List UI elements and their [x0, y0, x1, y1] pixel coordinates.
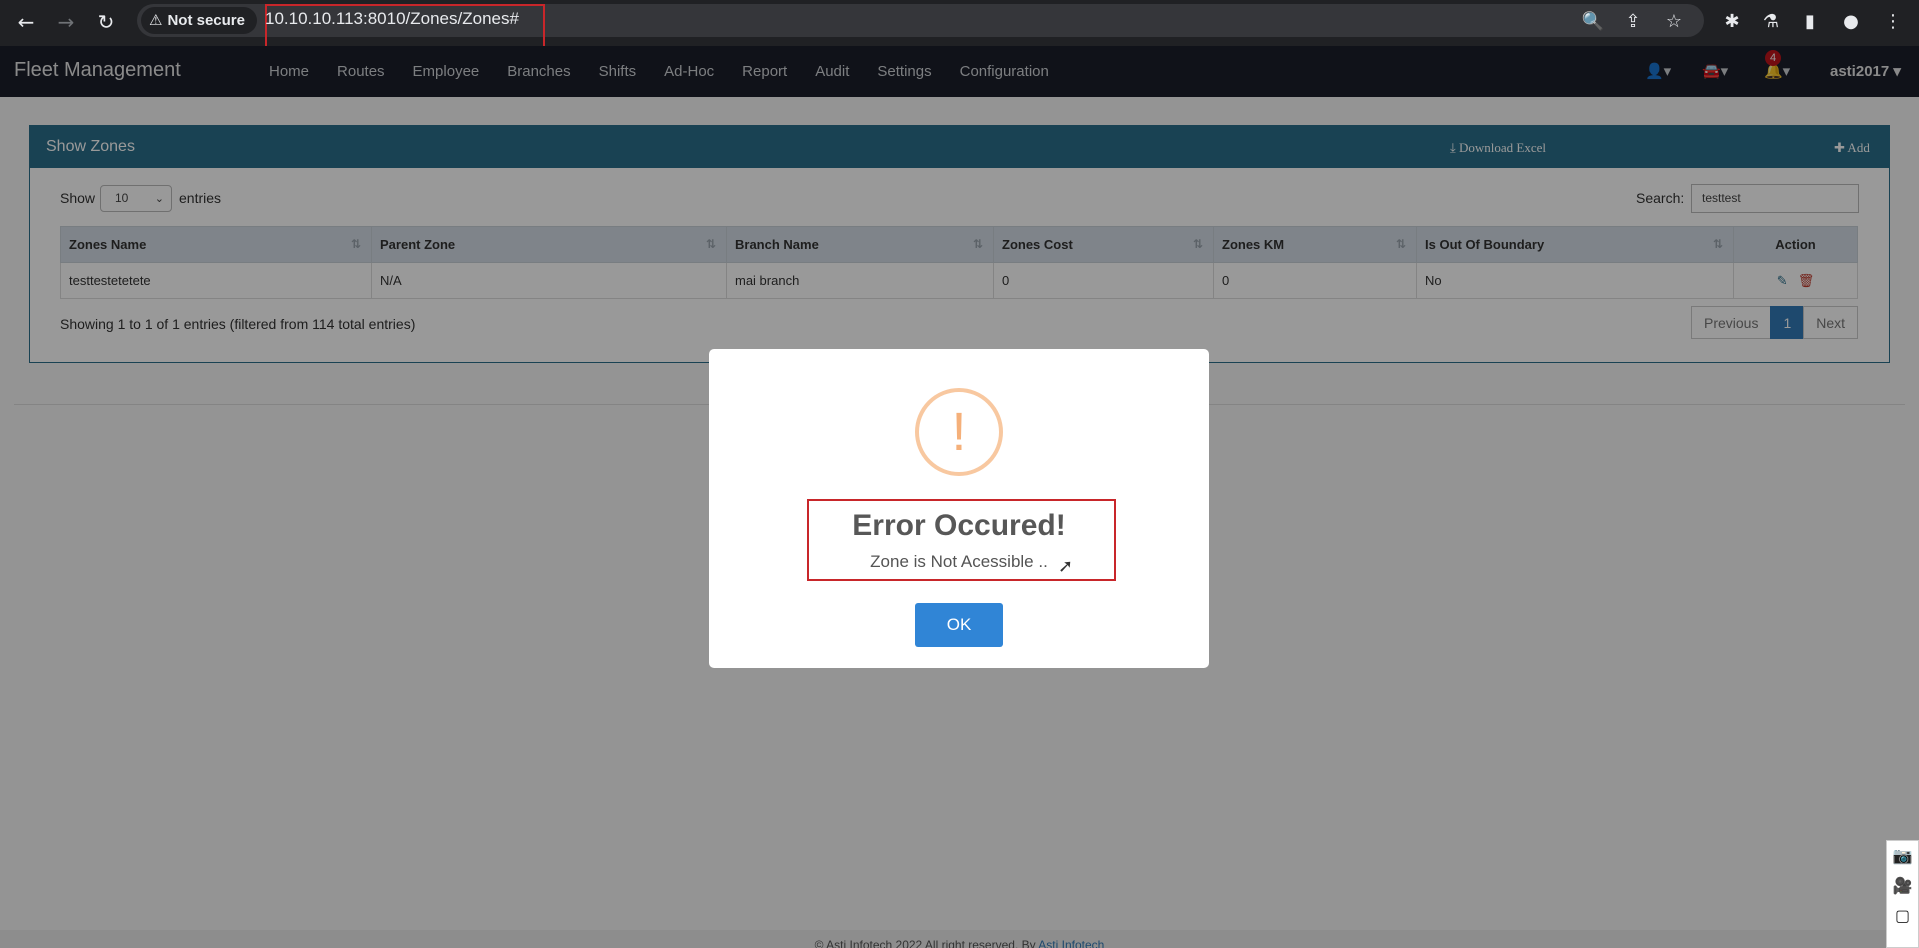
security-label: Not secure — [167, 12, 245, 29]
back-button[interactable]: ← — [11, 7, 41, 37]
error-dialog: ! Error Occured! Zone is Not Acessible .… — [709, 349, 1209, 668]
browser-toolbar: ← → ↻ ⚠ Not secure 10.10.10.113:8010/Zone… — [0, 0, 1919, 50]
extensions-icon[interactable]: ✱ — [1717, 7, 1747, 37]
window-icon[interactable]: ▢ — [1887, 901, 1918, 931]
profile-icon[interactable]: ● — [1836, 7, 1866, 37]
warning-icon: ⚠ — [149, 11, 163, 29]
camera-icon[interactable]: 📷 — [1887, 841, 1918, 871]
error-message: Zone is Not Acessible .. — [870, 552, 1048, 571]
video-icon[interactable]: 🎥 — [1887, 871, 1918, 901]
mouse-cursor-icon: ➚ — [1058, 556, 1074, 577]
share-icon[interactable]: ⇪ — [1618, 7, 1648, 37]
bookmark-star-icon[interactable]: ☆ — [1659, 7, 1689, 37]
capture-widget: 📷 🎥 ▢ — [1886, 840, 1919, 948]
forward-button[interactable]: → — [51, 7, 81, 37]
error-title: Error Occured! — [852, 509, 1066, 542]
reload-button[interactable]: ↻ — [91, 7, 121, 37]
security-chip[interactable]: ⚠ Not secure — [141, 7, 257, 34]
side-panel-icon[interactable]: ▮ — [1795, 7, 1825, 37]
zoom-icon[interactable]: 🔍 — [1578, 7, 1608, 37]
url-text[interactable]: 10.10.10.113:8010/Zones/Zones# — [265, 9, 519, 29]
labs-icon[interactable]: ⚗ — [1756, 7, 1786, 37]
ok-button[interactable]: OK — [915, 603, 1003, 647]
browser-menu-icon[interactable]: ⋮ — [1878, 7, 1908, 37]
warning-circle-icon: ! — [915, 388, 1003, 476]
